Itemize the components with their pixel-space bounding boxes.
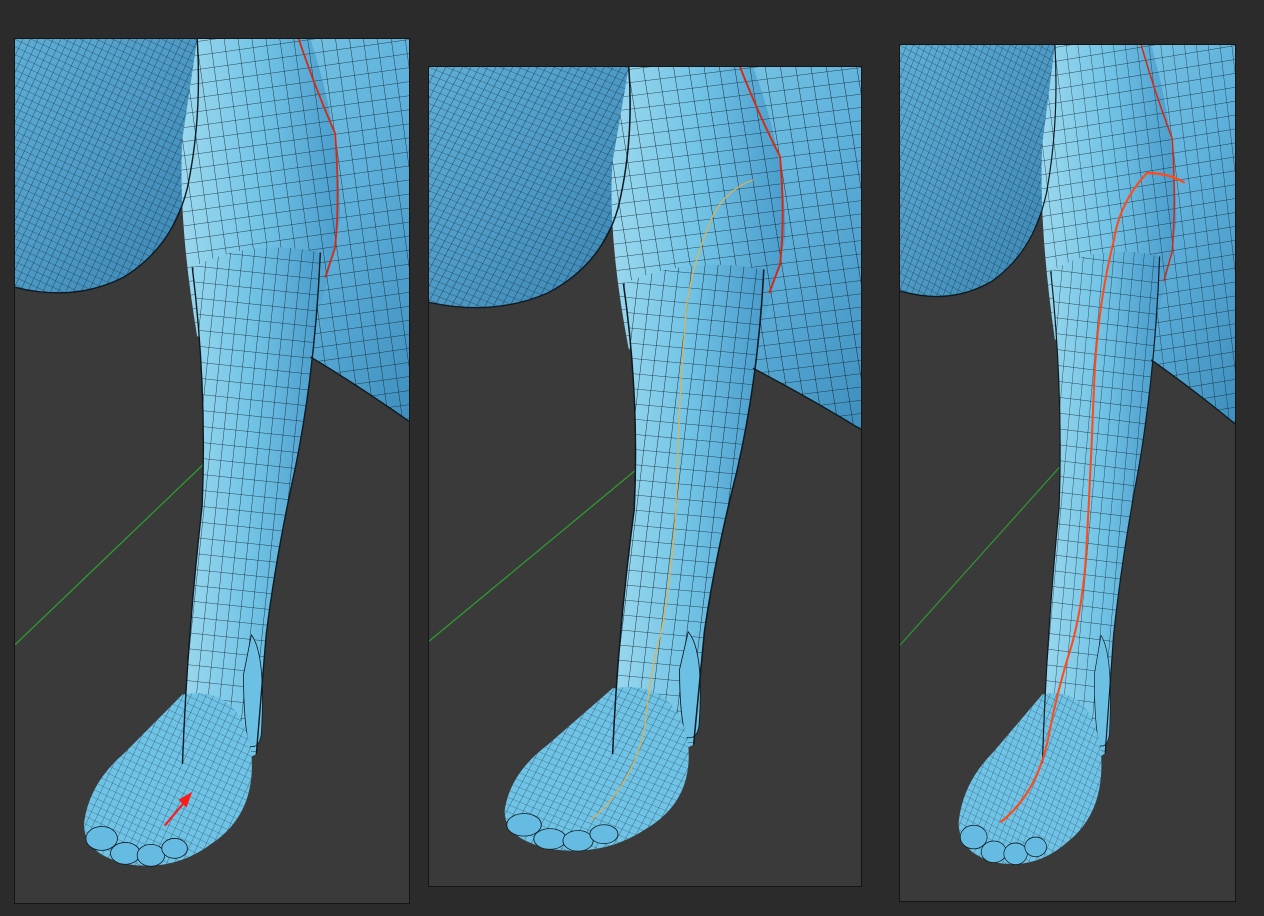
mesh-canvas-3[interactable] xyxy=(900,45,1235,901)
viewport-step-2[interactable] xyxy=(428,66,862,887)
screenshot-root: { "colors": { "app_background": "#2b2b2b… xyxy=(0,0,1264,916)
mesh-canvas-1[interactable] xyxy=(15,39,409,903)
viewport-step-1[interactable] xyxy=(14,38,410,904)
viewport-step-3[interactable] xyxy=(899,44,1236,902)
mesh-canvas-2[interactable] xyxy=(429,67,861,886)
